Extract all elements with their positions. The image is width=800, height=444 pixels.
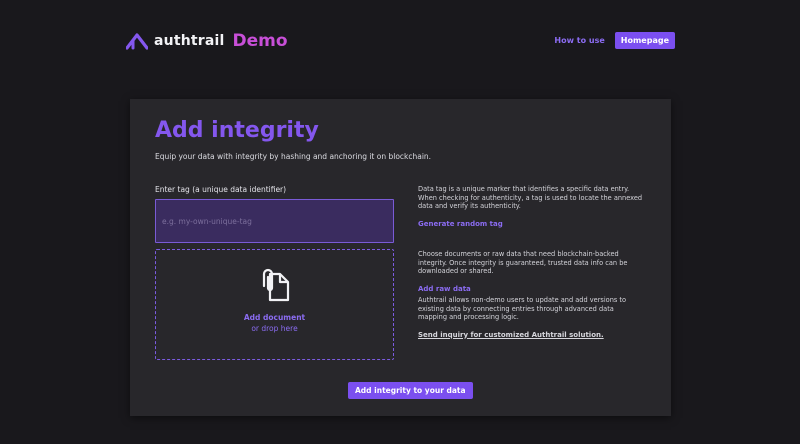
- attach-document-icon: [262, 268, 290, 302]
- add-document-label: Add document: [243, 313, 306, 322]
- add-integrity-card: Add integrity Equip your data with integ…: [130, 99, 671, 416]
- top-nav: How to use Homepage: [554, 32, 675, 49]
- how-to-use-link[interactable]: How to use: [554, 36, 604, 45]
- homepage-button[interactable]: Homepage: [614, 32, 675, 49]
- custom-solution-info: Authtrail allows non-demo users to updat…: [418, 296, 643, 341]
- tag-input[interactable]: [155, 199, 394, 243]
- authtrail-logo-icon: [126, 33, 148, 50]
- drop-here-label: or drop here: [251, 324, 298, 333]
- send-inquiry-link[interactable]: Send inquiry for customized Authtrail so…: [418, 331, 604, 339]
- generate-random-tag-link[interactable]: Generate random tag: [418, 220, 503, 228]
- document-info: Choose documents or raw data that need b…: [418, 250, 643, 295]
- document-drop-zone[interactable]: Add document or drop here: [155, 249, 394, 360]
- tag-field-label: Enter tag (a unique data identifier): [155, 185, 287, 194]
- tag-description: Data tag is a unique marker that identif…: [418, 185, 643, 210]
- custom-solution-description: Authtrail allows non-demo users to updat…: [418, 296, 627, 321]
- page-subtitle: Equip your data with integrity by hashin…: [155, 152, 432, 161]
- logo-text: authtrail: [154, 33, 225, 49]
- page-title: Add integrity: [155, 118, 319, 143]
- page: authtrail Demo How to use Homepage Add i…: [0, 0, 800, 444]
- tag-info: Data tag is a unique marker that identif…: [418, 185, 643, 230]
- add-integrity-button[interactable]: Add integrity to your data: [348, 382, 473, 399]
- document-description: Choose documents or raw data that need b…: [418, 250, 628, 275]
- drop-zone-text: Add document or drop here: [156, 312, 393, 334]
- logo[interactable]: authtrail Demo: [126, 31, 288, 51]
- logo-demo-label: Demo: [232, 31, 288, 51]
- add-raw-data-link[interactable]: Add raw data: [418, 285, 471, 293]
